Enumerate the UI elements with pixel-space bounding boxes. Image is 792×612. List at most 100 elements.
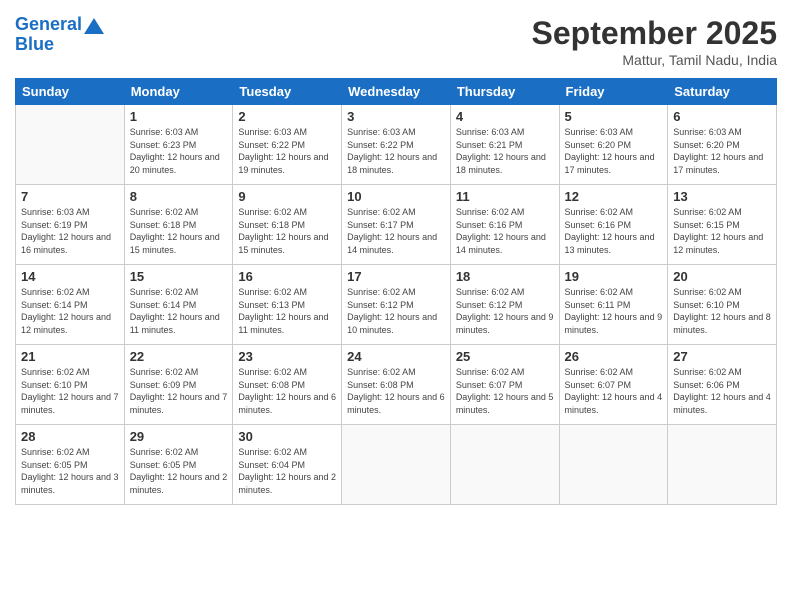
cell-info: Sunrise: 6:02 AM Sunset: 6:10 PM Dayligh… bbox=[673, 286, 771, 336]
day-number: 5 bbox=[565, 109, 663, 124]
calendar-cell: 22 Sunrise: 6:02 AM Sunset: 6:09 PM Dayli… bbox=[124, 345, 233, 425]
cell-info: Sunrise: 6:03 AM Sunset: 6:20 PM Dayligh… bbox=[673, 126, 771, 176]
day-number: 16 bbox=[238, 269, 336, 284]
calendar-cell bbox=[16, 105, 125, 185]
cell-info: Sunrise: 6:03 AM Sunset: 6:23 PM Dayligh… bbox=[130, 126, 228, 176]
logo-text: General bbox=[15, 15, 82, 35]
calendar-cell: 20 Sunrise: 6:02 AM Sunset: 6:10 PM Dayli… bbox=[668, 265, 777, 345]
day-number: 2 bbox=[238, 109, 336, 124]
day-number: 24 bbox=[347, 349, 445, 364]
day-number: 28 bbox=[21, 429, 119, 444]
calendar-cell: 1 Sunrise: 6:03 AM Sunset: 6:23 PM Daylig… bbox=[124, 105, 233, 185]
calendar-cell: 14Sunrise: 6:02 AM Sunset: 6:14 PM Dayli… bbox=[16, 265, 125, 345]
cell-info: Sunrise: 6:02 AM Sunset: 6:07 PM Dayligh… bbox=[565, 366, 663, 416]
calendar-cell: 25 Sunrise: 6:02 AM Sunset: 6:07 PM Dayli… bbox=[450, 345, 559, 425]
cell-info: Sunrise: 6:02 AM Sunset: 6:08 PM Dayligh… bbox=[238, 366, 336, 416]
day-number: 27 bbox=[673, 349, 771, 364]
day-number: 3 bbox=[347, 109, 445, 124]
day-number: 18 bbox=[456, 269, 554, 284]
calendar-cell: 11 Sunrise: 6:02 AM Sunset: 6:16 PM Dayli… bbox=[450, 185, 559, 265]
calendar-cell: 23Sunrise: 6:02 AM Sunset: 6:08 PM Dayli… bbox=[233, 345, 342, 425]
cell-info: Sunrise: 6:03 AM Sunset: 6:22 PM Dayligh… bbox=[347, 126, 445, 176]
calendar-cell: 29 Sunrise: 6:02 AM Sunset: 6:05 PM Dayli… bbox=[124, 425, 233, 505]
day-number: 29 bbox=[130, 429, 228, 444]
calendar-cell: 9Sunrise: 6:02 AM Sunset: 6:18 PM Daylig… bbox=[233, 185, 342, 265]
logo: General Blue bbox=[15, 15, 104, 55]
calendar-cell: 10Sunrise: 6:02 AM Sunset: 6:17 PM Dayli… bbox=[342, 185, 451, 265]
cell-info: Sunrise: 6:02 AM Sunset: 6:05 PM Dayligh… bbox=[130, 446, 228, 496]
day-number: 4 bbox=[456, 109, 554, 124]
title-block: September 2025 Mattur, Tamil Nadu, India bbox=[532, 15, 777, 68]
calendar-cell bbox=[342, 425, 451, 505]
day-number: 25 bbox=[456, 349, 554, 364]
header-wednesday: Wednesday bbox=[342, 79, 451, 105]
calendar-cell: 18 Sunrise: 6:02 AM Sunset: 6:12 PM Dayli… bbox=[450, 265, 559, 345]
location: Mattur, Tamil Nadu, India bbox=[532, 52, 777, 68]
header-saturday: Saturday bbox=[668, 79, 777, 105]
calendar-cell: 27 Sunrise: 6:02 AM Sunset: 6:06 PM Dayli… bbox=[668, 345, 777, 425]
day-number: 11 bbox=[456, 189, 554, 204]
day-number: 26 bbox=[565, 349, 663, 364]
calendar-cell: 2 Sunrise: 6:03 AM Sunset: 6:22 PM Daylig… bbox=[233, 105, 342, 185]
cell-info: Sunrise: 6:02 AM Sunset: 6:16 PM Dayligh… bbox=[565, 206, 663, 256]
cell-info: Sunrise: 6:03 AM Sunset: 6:19 PM Dayligh… bbox=[21, 206, 119, 256]
calendar-cell: 7 Sunrise: 6:03 AM Sunset: 6:19 PM Daylig… bbox=[16, 185, 125, 265]
weekday-header-row: Sunday Monday Tuesday Wednesday Thursday… bbox=[16, 79, 777, 105]
day-number: 9 bbox=[238, 189, 336, 204]
day-number: 30 bbox=[238, 429, 336, 444]
calendar-cell: 21 Sunrise: 6:02 AM Sunset: 6:10 PM Dayli… bbox=[16, 345, 125, 425]
calendar-week-2: 14 Sunrise: 6:02 AM Sunset: 6:14 PM Dayli… bbox=[16, 265, 777, 345]
cell-info: Sunrise: 6:03 AM Sunset: 6:22 PM Dayligh… bbox=[238, 126, 336, 176]
cell-info: Sunrise: 6:02 AM Sunset: 6:10 PM Dayligh… bbox=[21, 366, 119, 416]
cell-info: Sunrise: 6:03 AM Sunset: 6:20 PM Dayligh… bbox=[565, 126, 663, 176]
cell-info: Sunrise: 6:02 AM Sunset: 6:13 PM Dayligh… bbox=[238, 286, 336, 336]
calendar-cell: 26 Sunrise: 6:02 AM Sunset: 6:07 PM Dayli… bbox=[559, 345, 668, 425]
calendar-cell: 28 Sunrise: 6:02 AM Sunset: 6:05 PM Dayli… bbox=[16, 425, 125, 505]
cell-info: Sunrise: 6:02 AM Sunset: 6:12 PM Dayligh… bbox=[456, 286, 554, 336]
calendar-cell bbox=[668, 425, 777, 505]
calendar-cell bbox=[450, 425, 559, 505]
cell-info: Sunrise: 6:02 AM Sunset: 6:16 PM Dayligh… bbox=[456, 206, 554, 256]
calendar-cell: 17Sunrise: 6:02 AM Sunset: 6:12 PM Dayli… bbox=[342, 265, 451, 345]
day-number: 8 bbox=[130, 189, 228, 204]
calendar-cell: 12 Sunrise: 6:02 AM Sunset: 6:16 PM Dayli… bbox=[559, 185, 668, 265]
day-number: 7 bbox=[21, 189, 119, 204]
cell-info: Sunrise: 6:02 AM Sunset: 6:07 PM Dayligh… bbox=[456, 366, 554, 416]
day-number: 22 bbox=[130, 349, 228, 364]
header-thursday: Thursday bbox=[450, 79, 559, 105]
calendar-cell bbox=[559, 425, 668, 505]
day-number: 14 bbox=[21, 269, 119, 284]
calendar-cell: 16 Sunrise: 6:02 AM Sunset: 6:13 PM Dayli… bbox=[233, 265, 342, 345]
header-tuesday: Tuesday bbox=[233, 79, 342, 105]
cell-info: Sunrise: 6:02 AM Sunset: 6:14 PM Dayligh… bbox=[130, 286, 228, 336]
day-number: 6 bbox=[673, 109, 771, 124]
calendar-cell: 6 Sunrise: 6:03 AM Sunset: 6:20 PM Daylig… bbox=[668, 105, 777, 185]
calendar-cell: 8 Sunrise: 6:02 AM Sunset: 6:18 PM Daylig… bbox=[124, 185, 233, 265]
header-sunday: Sunday bbox=[16, 79, 125, 105]
cell-info: Sunrise: 6:02 AM Sunset: 6:11 PM Dayligh… bbox=[565, 286, 663, 336]
cell-info: Sunrise: 6:02 AM Sunset: 6:04 PM Dayligh… bbox=[238, 446, 336, 496]
calendar-week-1: 7 Sunrise: 6:03 AM Sunset: 6:19 PM Daylig… bbox=[16, 185, 777, 265]
calendar-cell: 5 Sunrise: 6:03 AM Sunset: 6:20 PM Daylig… bbox=[559, 105, 668, 185]
calendar-cell: 24Sunrise: 6:02 AM Sunset: 6:08 PM Dayli… bbox=[342, 345, 451, 425]
cell-info: Sunrise: 6:02 AM Sunset: 6:18 PM Dayligh… bbox=[130, 206, 228, 256]
day-number: 20 bbox=[673, 269, 771, 284]
calendar-cell: 3 Sunrise: 6:03 AM Sunset: 6:22 PM Daylig… bbox=[342, 105, 451, 185]
cell-info: Sunrise: 6:02 AM Sunset: 6:09 PM Dayligh… bbox=[130, 366, 228, 416]
day-number: 21 bbox=[21, 349, 119, 364]
logo-icon bbox=[84, 18, 104, 34]
calendar-cell: 13Sunrise: 6:02 AM Sunset: 6:15 PM Dayli… bbox=[668, 185, 777, 265]
calendar-cell: 19Sunrise: 6:02 AM Sunset: 6:11 PM Dayli… bbox=[559, 265, 668, 345]
day-number: 12 bbox=[565, 189, 663, 204]
calendar-cell: 30 Sunrise: 6:02 AM Sunset: 6:04 PM Dayli… bbox=[233, 425, 342, 505]
day-number: 10 bbox=[347, 189, 445, 204]
cell-info: Sunrise: 6:03 AM Sunset: 6:21 PM Dayligh… bbox=[456, 126, 554, 176]
day-number: 1 bbox=[130, 109, 228, 124]
cell-info: Sunrise: 6:02 AM Sunset: 6:05 PM Dayligh… bbox=[21, 446, 119, 496]
cell-info: Sunrise: 6:02 AM Sunset: 6:15 PM Dayligh… bbox=[673, 206, 771, 256]
month-title: September 2025 bbox=[532, 15, 777, 52]
cell-info: Sunrise: 6:02 AM Sunset: 6:12 PM Dayligh… bbox=[347, 286, 445, 336]
calendar-week-4: 28 Sunrise: 6:02 AM Sunset: 6:05 PM Dayli… bbox=[16, 425, 777, 505]
cell-info: Sunrise: 6:02 AM Sunset: 6:06 PM Dayligh… bbox=[673, 366, 771, 416]
calendar-table: Sunday Monday Tuesday Wednesday Thursday… bbox=[15, 78, 777, 505]
